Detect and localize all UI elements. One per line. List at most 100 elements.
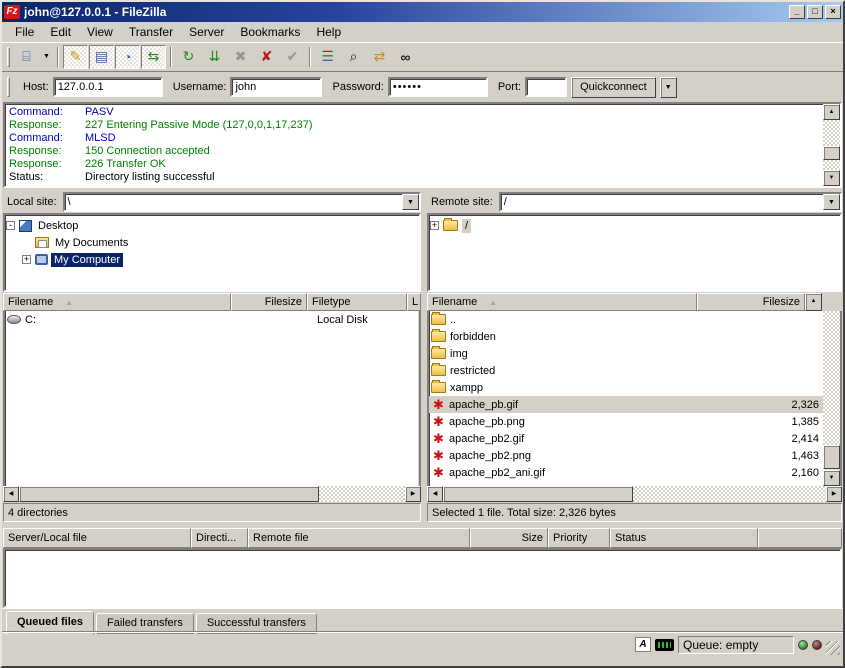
menu-help[interactable]: Help bbox=[309, 23, 348, 41]
cancel-icon: ✖ bbox=[235, 48, 247, 65]
remote-file-row[interactable]: ✱apache_pb2.png1,463 bbox=[429, 447, 840, 464]
scroll-right-icon[interactable]: ▶ bbox=[405, 486, 421, 502]
column-server-local-file[interactable]: Server/Local file bbox=[3, 528, 191, 548]
column-size[interactable]: Size bbox=[470, 528, 548, 548]
remote-vertical-scrollbar[interactable]: ▼ bbox=[823, 311, 840, 486]
process-queue-button[interactable]: ⇊ bbox=[202, 45, 227, 69]
toggle-local-tree-button[interactable]: ▤ bbox=[89, 45, 114, 69]
log-line: Command:MLSD bbox=[9, 132, 836, 145]
site-manager-dropdown-button[interactable]: ▼ bbox=[40, 45, 53, 69]
remote-horizontal-scrollbar[interactable]: ◀ ▶ bbox=[427, 486, 842, 502]
column-remote-file[interactable]: Remote file bbox=[248, 528, 470, 548]
chevron-down-icon[interactable]: ▼ bbox=[823, 194, 840, 210]
maximize-button[interactable]: □ bbox=[807, 5, 823, 19]
scrollbar-thumb[interactable] bbox=[823, 146, 840, 160]
minimize-button[interactable]: _ bbox=[789, 5, 805, 19]
username-input[interactable] bbox=[230, 77, 322, 97]
toggle-queue-button[interactable]: ⇆ bbox=[141, 45, 166, 69]
refresh-button[interactable]: ↻ bbox=[176, 45, 201, 69]
scrollbar-thumb[interactable] bbox=[19, 486, 319, 502]
quickconnect-button[interactable]: Quickconnect bbox=[571, 77, 656, 98]
scrollbar-thumb[interactable] bbox=[823, 445, 840, 469]
scroll-left-icon[interactable]: ◀ bbox=[3, 486, 19, 502]
remote-file-row[interactable]: xampp bbox=[429, 379, 840, 396]
menu-bookmarks[interactable]: Bookmarks bbox=[233, 23, 307, 41]
tree-item-my-computer[interactable]: + My Computer bbox=[6, 251, 418, 268]
close-button[interactable]: × bbox=[825, 5, 841, 19]
remote-file-row[interactable]: img bbox=[429, 345, 840, 362]
local-horizontal-scrollbar[interactable]: ◀ ▶ bbox=[3, 486, 421, 502]
scroll-down-icon[interactable]: ▼ bbox=[823, 170, 840, 186]
remote-site-combobox[interactable]: / ▼ bbox=[499, 192, 842, 212]
remote-file-row[interactable]: ✱apache_pb2.gif2,414 bbox=[429, 430, 840, 447]
tree-item-desktop[interactable]: - Desktop bbox=[6, 217, 418, 234]
synchronized-browsing-button[interactable]: ⇄ bbox=[367, 45, 392, 69]
scroll-up-icon[interactable]: ▲ bbox=[805, 293, 822, 311]
local-tree-icon: ▤ bbox=[95, 48, 108, 65]
toolbar-grip[interactable] bbox=[7, 47, 10, 67]
resize-grip[interactable] bbox=[826, 641, 840, 655]
menu-edit[interactable]: Edit bbox=[43, 23, 78, 41]
process-queue-icon: ⇊ bbox=[209, 48, 221, 65]
scroll-left-icon[interactable]: ◀ bbox=[427, 486, 443, 502]
transfer-queue-list[interactable] bbox=[3, 548, 842, 608]
folder-icon bbox=[431, 348, 446, 359]
scroll-right-icon[interactable]: ▶ bbox=[826, 486, 842, 502]
log-vertical-scrollbar[interactable]: ▲ ▼ bbox=[823, 104, 840, 186]
remote-file-row[interactable]: ✱apache_pb.png1,385 bbox=[429, 413, 840, 430]
scroll-down-icon[interactable]: ▼ bbox=[823, 470, 840, 486]
column-filename[interactable]: Filename▲ bbox=[427, 293, 697, 311]
column-last-modified[interactable]: L bbox=[407, 293, 421, 311]
collapse-icon[interactable]: - bbox=[6, 221, 15, 230]
quickconnect-dropdown-button[interactable]: ▼ bbox=[660, 77, 677, 98]
menu-transfer[interactable]: Transfer bbox=[122, 23, 180, 41]
password-input[interactable] bbox=[388, 77, 488, 97]
quickbar-grip[interactable] bbox=[7, 77, 10, 97]
message-log: Command:PASV Response:227 Entering Passi… bbox=[3, 102, 842, 188]
column-status[interactable]: Status bbox=[610, 528, 758, 548]
column-filesize[interactable]: Filesize bbox=[231, 293, 307, 311]
remote-file-row[interactable]: ✱apache_pb2_ani.gif2,160 bbox=[429, 464, 840, 481]
tree-item-root[interactable]: + / bbox=[430, 217, 839, 234]
host-input[interactable] bbox=[53, 77, 163, 97]
remote-file-row[interactable]: .. bbox=[429, 311, 840, 328]
menu-file[interactable]: File bbox=[8, 23, 41, 41]
image-file-icon: ✱ bbox=[431, 432, 446, 445]
port-input[interactable] bbox=[525, 77, 567, 97]
local-site-combobox[interactable]: \ ▼ bbox=[63, 192, 421, 212]
tree-item-my-documents[interactable]: My Documents bbox=[6, 234, 418, 251]
site-manager-icon: ⌸ bbox=[22, 48, 30, 65]
filters-button[interactable]: ☰ bbox=[315, 45, 340, 69]
toggle-log-button[interactable]: ✎ bbox=[63, 45, 88, 69]
menu-server[interactable]: Server bbox=[182, 23, 231, 41]
expand-icon[interactable]: + bbox=[430, 221, 439, 230]
toolbar-separator bbox=[57, 47, 59, 67]
synchronized-browsing-icon: ⇄ bbox=[374, 48, 386, 65]
column-filesize[interactable]: Filesize bbox=[697, 293, 805, 311]
title-bar[interactable]: Fz john@127.0.0.1 - FileZilla _ □ × bbox=[2, 2, 843, 22]
scroll-up-icon[interactable]: ▲ bbox=[823, 104, 840, 120]
file-search-button[interactable]: ∞ bbox=[393, 45, 418, 69]
toggle-remote-tree-button[interactable]: ◔ bbox=[115, 45, 140, 69]
scrollbar-thumb[interactable] bbox=[443, 486, 633, 502]
reconnect-button[interactable]: ✔ bbox=[280, 45, 305, 69]
chevron-down-icon[interactable]: ▼ bbox=[402, 194, 419, 210]
cancel-operation-button[interactable]: ✖ bbox=[228, 45, 253, 69]
column-priority[interactable]: Priority bbox=[548, 528, 610, 548]
image-file-icon: ✱ bbox=[431, 449, 446, 462]
menu-view[interactable]: View bbox=[80, 23, 120, 41]
column-direction[interactable]: Directi... bbox=[191, 528, 248, 548]
site-manager-button[interactable]: ⌸ bbox=[14, 45, 39, 69]
remote-file-row[interactable]: forbidden bbox=[429, 328, 840, 345]
log-view-icon: ✎ bbox=[70, 48, 82, 65]
remote-file-row-selected[interactable]: ✱apache_pb.gif2,326 bbox=[429, 396, 840, 413]
column-filename[interactable]: Filename▲ bbox=[3, 293, 231, 311]
column-filetype[interactable]: Filetype bbox=[307, 293, 407, 311]
send-indicator-led bbox=[812, 640, 822, 650]
directory-comparison-button[interactable]: ⌕ bbox=[341, 45, 366, 69]
queue-view-icon: ⇆ bbox=[148, 48, 160, 65]
local-file-row[interactable]: C: Local Disk bbox=[5, 311, 419, 328]
remote-file-row[interactable]: restricted bbox=[429, 362, 840, 379]
disconnect-button[interactable]: ✘ bbox=[254, 45, 279, 69]
expand-icon[interactable]: + bbox=[22, 255, 31, 264]
